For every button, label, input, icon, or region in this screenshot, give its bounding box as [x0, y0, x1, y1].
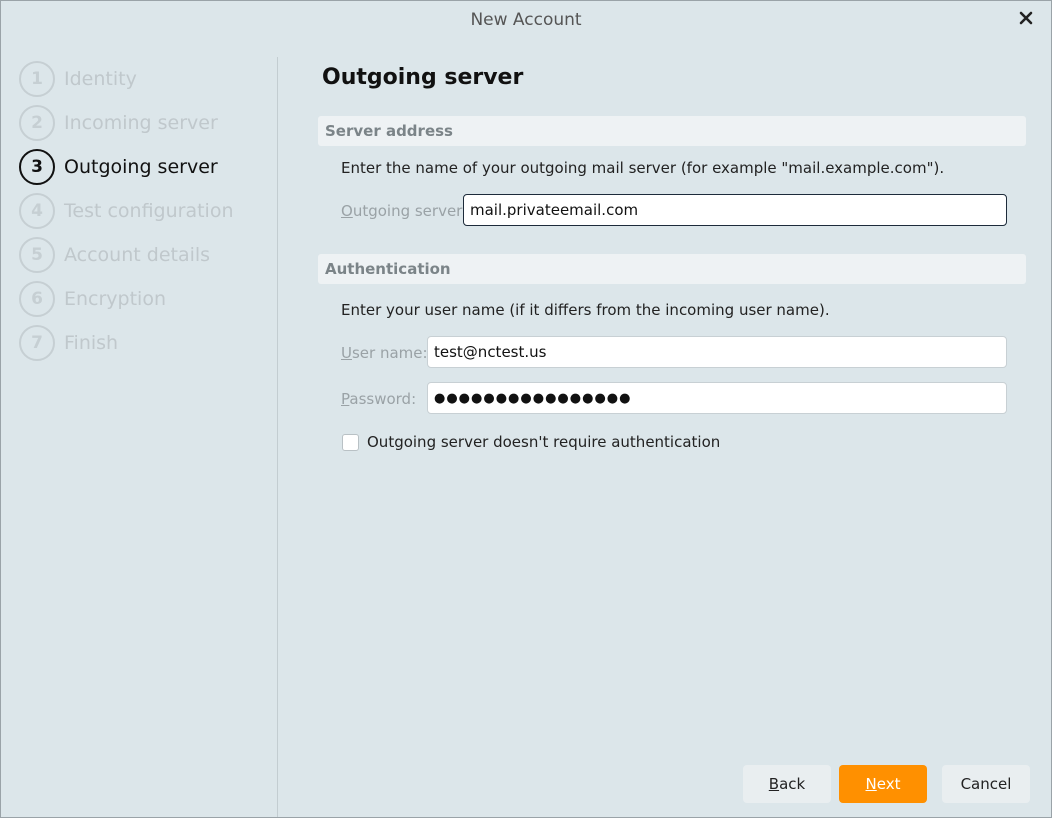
back-button[interactable]: Back [743, 765, 831, 803]
step-label: Identity [64, 68, 137, 90]
next-button[interactable]: Next [839, 765, 927, 803]
no-auth-checkbox-label[interactable]: Outgoing server doesn't require authenti… [367, 433, 720, 451]
step-label: Account details [64, 244, 211, 266]
step-finish[interactable]: 7 Finish [19, 324, 118, 362]
close-icon [1019, 11, 1033, 25]
step-outgoing-server[interactable]: 3 Outgoing server [19, 148, 218, 186]
user-name-input[interactable]: test@nctest.us [427, 336, 1007, 368]
label-text: utgoing server: [352, 202, 468, 220]
close-button[interactable] [1013, 5, 1039, 31]
step-number: 6 [19, 281, 55, 317]
step-number: 2 [19, 105, 55, 141]
step-number: 4 [19, 193, 55, 229]
label-text: assword: [349, 390, 417, 408]
window-title: New Account [470, 10, 582, 30]
step-label: Encryption [64, 288, 167, 310]
button-label: ack [779, 775, 806, 793]
step-label: Incoming server [64, 112, 218, 134]
step-number: 3 [19, 149, 55, 185]
button-accelerator: N [865, 775, 877, 793]
step-number: 5 [19, 237, 55, 273]
new-account-dialog: New Account 1 Identity 2 Incoming server… [0, 0, 1052, 818]
step-number: 7 [19, 325, 55, 361]
label-accelerator: U [341, 344, 352, 362]
cancel-button[interactable]: Cancel [942, 765, 1030, 803]
no-auth-checkbox-row[interactable]: Outgoing server doesn't require authenti… [342, 433, 720, 451]
step-identity[interactable]: 1 Identity [19, 60, 137, 98]
outgoing-server-label: Outgoing server: [341, 202, 467, 220]
button-accelerator: B [768, 775, 780, 793]
password-label: Password: [341, 390, 416, 408]
step-incoming-server[interactable]: 2 Incoming server [19, 104, 218, 142]
step-account-details[interactable]: 5 Account details [19, 236, 210, 274]
user-name-label: User name: [341, 344, 428, 362]
step-test-configuration[interactable]: 4 Test configuration [19, 192, 234, 230]
step-label: Outgoing server [64, 156, 218, 178]
page-title: Outgoing server [322, 65, 524, 90]
password-input[interactable]: ●●●●●●●●●●●●●●●● [427, 382, 1007, 414]
label-text: ser name: [351, 344, 428, 362]
server-address-description: Enter the name of your outgoing mail ser… [341, 159, 945, 177]
button-label: ext [876, 775, 901, 793]
authentication-section-header: Authentication [318, 254, 1026, 284]
outgoing-server-input[interactable]: mail.privateemail.com [463, 194, 1007, 226]
no-auth-checkbox[interactable] [342, 433, 359, 451]
wizard-steps-sidebar: 1 Identity 2 Incoming server 3 Outgoing … [1, 57, 278, 817]
step-number: 1 [19, 61, 55, 97]
step-label: Test configuration [64, 200, 234, 222]
authentication-description: Enter your user name (if it differs from… [341, 301, 830, 319]
step-label: Finish [64, 332, 119, 354]
server-address-section-header: Server address [318, 116, 1026, 146]
step-encryption[interactable]: 6 Encryption [19, 280, 166, 318]
label-accelerator: O [341, 202, 353, 220]
